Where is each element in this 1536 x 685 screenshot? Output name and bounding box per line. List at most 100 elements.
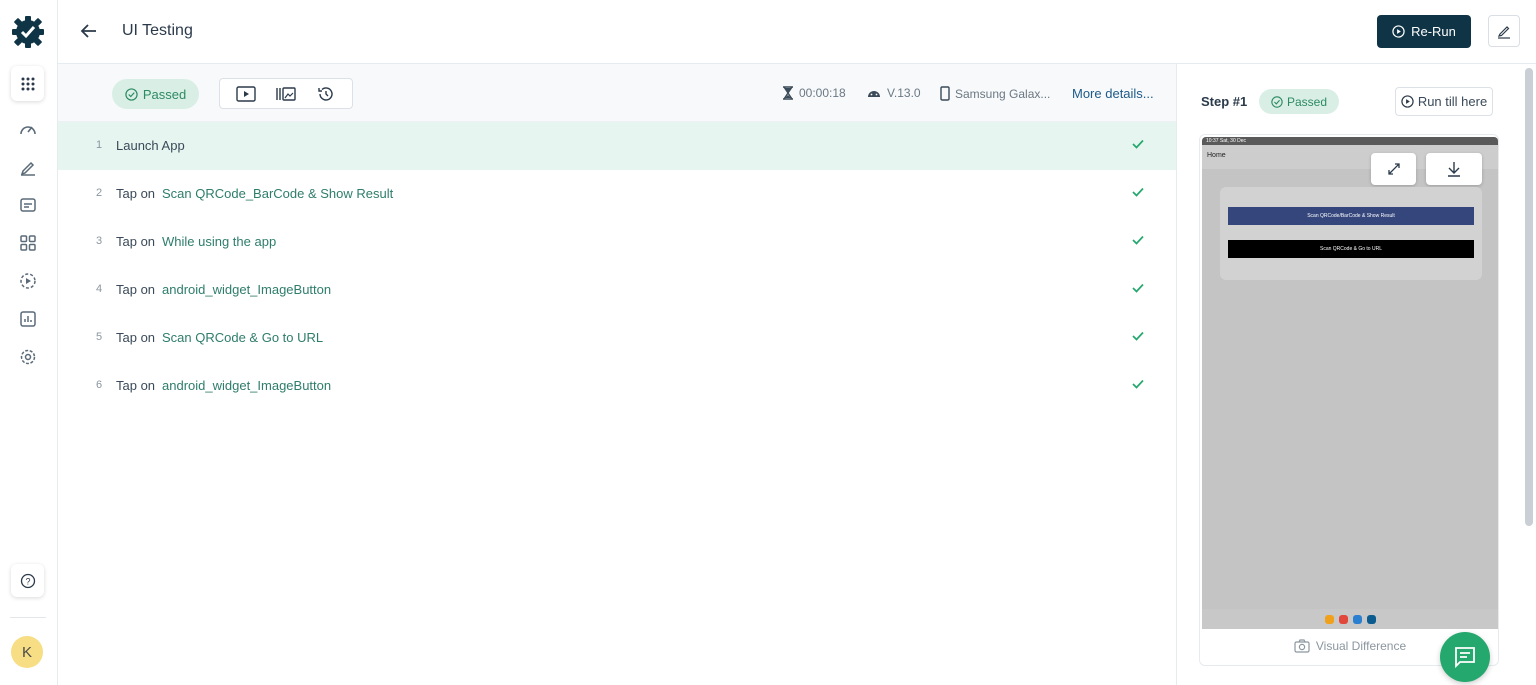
edit-button[interactable]	[1488, 15, 1520, 47]
step-action: Tap on	[116, 186, 156, 201]
more-details-link[interactable]: More details...	[1072, 86, 1154, 101]
rail-divider	[10, 617, 46, 618]
duration-value: 00:00:18	[799, 86, 846, 100]
step-target: android_widget_ImageButton	[162, 282, 332, 297]
edit-pen-icon	[1497, 26, 1510, 39]
step-target: android_widget_ImageButton	[162, 378, 332, 393]
check-icon	[1132, 139, 1144, 149]
back-arrow-icon[interactable]	[78, 20, 100, 42]
video-play-icon[interactable]	[234, 82, 258, 106]
status-badge: Passed	[112, 79, 199, 109]
dock-app-icon	[1352, 614, 1362, 624]
step-label: Step #1	[1201, 94, 1248, 109]
phone-scan-show-button: Scan QRCode/BarCode & Show Result	[1228, 207, 1474, 225]
check-icon	[1132, 283, 1144, 293]
steps-list: 1 Launch App 2 Tap on Scan QRCode_BarCod…	[58, 122, 1176, 410]
phone-device-icon	[940, 86, 950, 101]
step-number: 5	[96, 331, 103, 343]
help-button[interactable]: ?	[11, 564, 44, 597]
hourglass-icon	[783, 86, 793, 100]
check-circle-icon	[1271, 95, 1283, 108]
left-rail: ? K	[0, 0, 58, 685]
step-number: 4	[96, 283, 103, 295]
step-number: 6	[96, 379, 103, 391]
history-clock-icon[interactable]	[314, 82, 338, 106]
help-question-icon: ?	[20, 573, 35, 588]
app-root: ? K UI Testing Re-Run Passed 00:00:18 V.…	[0, 0, 1536, 685]
status-label: Passed	[142, 86, 187, 102]
device-screenshot: 10:37 Sat, 30 Dec Home Scan QRCode/BarCo…	[1202, 137, 1498, 629]
device-meta: Samsung Galax...	[940, 86, 1050, 101]
step-row[interactable]: 6 Tap on android_widget_ImageButton	[58, 362, 1176, 410]
camera-icon	[1294, 639, 1310, 653]
step-row[interactable]: 1 Launch App	[58, 122, 1176, 170]
phone-content-card: Scan QRCode/BarCode & Show Result Scan Q…	[1220, 187, 1482, 280]
step-row[interactable]: 3 Tap on While using the app	[58, 218, 1176, 266]
duration-meta: 00:00:18	[782, 86, 846, 100]
step-target: Scan QRCode_BarCode & Show Result	[162, 186, 394, 201]
visual-difference-label: Visual Difference	[1315, 639, 1407, 653]
step-number: 1	[96, 139, 103, 151]
android-icon	[868, 91, 880, 97]
step-action: Tap on	[116, 330, 156, 345]
step-action: Tap on	[116, 282, 156, 297]
phone-statusbar: 10:37 Sat, 30 Dec	[1202, 137, 1498, 145]
dock-app-icon	[1324, 614, 1334, 624]
screenshots-gallery-icon[interactable]	[274, 82, 298, 106]
step-action: Tap on	[116, 378, 156, 393]
step-action: Launch App	[116, 138, 185, 153]
dashboard-gauge-icon[interactable]	[18, 120, 38, 140]
edit-pen-icon[interactable]	[18, 157, 38, 177]
check-icon	[1132, 187, 1144, 197]
phone-scan-url-button: Scan QRCode & Go to URL	[1228, 240, 1474, 258]
check-circle-icon	[125, 87, 138, 101]
run-play-icon[interactable]	[18, 271, 38, 291]
step-status-badge: Passed	[1259, 89, 1339, 114]
settings-gear-icon[interactable]	[18, 347, 38, 367]
page-header: UI Testing Re-Run	[58, 0, 1536, 64]
step-number: 3	[96, 235, 103, 247]
modules-grid-icon[interactable]	[18, 233, 38, 253]
page-title: UI Testing	[122, 22, 193, 39]
step-row[interactable]: 5 Tap on Scan QRCode & Go to URL	[58, 314, 1176, 362]
os-version-value: V.13.0	[887, 86, 921, 100]
panel-scrollbar[interactable]	[1525, 68, 1533, 526]
expand-arrows-icon	[1387, 163, 1400, 175]
rerun-button[interactable]: Re-Run	[1377, 15, 1471, 48]
step-detail-panel: Step #1 Passed Run till here 10:37 Sat, …	[1176, 64, 1536, 685]
download-button[interactable]	[1426, 153, 1482, 185]
step-row[interactable]: 4 Tap on android_widget_ImageButton	[58, 266, 1176, 314]
step-status-label: Passed	[1286, 94, 1328, 109]
play-circle-icon	[1401, 95, 1414, 108]
phone-navbar	[1202, 609, 1498, 629]
step-action: Tap on	[116, 234, 156, 249]
apps-grid-button[interactable]	[11, 66, 44, 101]
user-avatar[interactable]: K	[11, 636, 43, 668]
run-till-here-button[interactable]: Run till here	[1395, 87, 1493, 116]
rerun-label: Re-Run	[1411, 24, 1456, 39]
chat-support-button[interactable]	[1440, 632, 1490, 682]
check-icon	[1132, 379, 1144, 389]
svg-text:?: ?	[25, 576, 30, 586]
folder-icon[interactable]	[18, 195, 38, 215]
chat-message-icon	[1455, 647, 1475, 669]
expand-button[interactable]	[1371, 153, 1416, 185]
download-icon	[1448, 162, 1460, 177]
step-number: 2	[96, 187, 103, 199]
step-row[interactable]: 2 Tap on Scan QRCode_BarCode & Show Resu…	[58, 170, 1176, 218]
check-icon	[1132, 331, 1144, 341]
apps-grid-icon	[21, 77, 34, 90]
view-toggle-group	[219, 78, 353, 109]
play-circle-icon	[1392, 25, 1405, 38]
run-toolbar: Passed 00:00:18 V.13.0 Samsung Galax... …	[58, 64, 1176, 122]
screenshot-card: 10:37 Sat, 30 Dec Home Scan QRCode/BarCo…	[1199, 134, 1499, 666]
dock-app-icon	[1366, 614, 1376, 624]
step-target: While using the app	[162, 234, 277, 249]
dock-app-icon	[1338, 614, 1348, 624]
run-till-here-label: Run till here	[1417, 94, 1488, 109]
check-icon	[1132, 235, 1144, 245]
reports-chart-icon[interactable]	[18, 309, 38, 329]
step-target: Scan QRCode & Go to URL	[162, 330, 324, 345]
app-logo-icon[interactable]	[10, 14, 46, 50]
device-value: Samsung Galax...	[955, 86, 1051, 101]
